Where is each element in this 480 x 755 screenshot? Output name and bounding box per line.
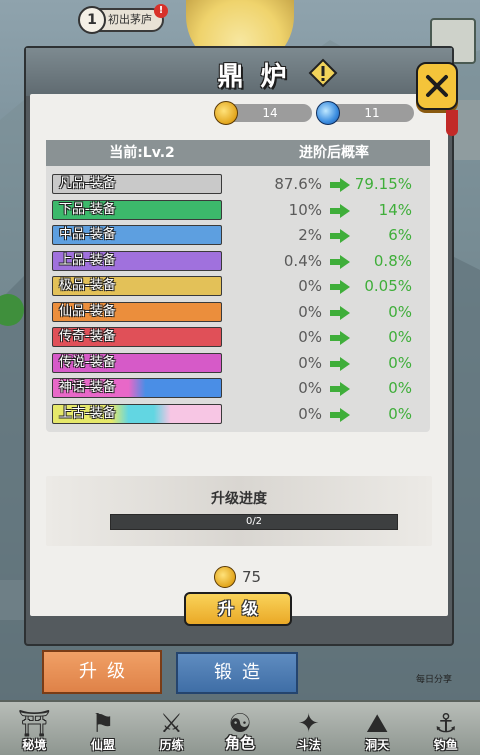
probability-row: 上古-装备 0% 0%: [52, 403, 424, 424]
grade-label: 中品-装备: [52, 225, 222, 245]
rank-title: 初出茅庐: [108, 13, 152, 26]
progress-text: 0/2: [245, 516, 263, 527]
current-probability: 0%: [298, 277, 322, 295]
nav-secret-realm[interactable]: ⛩ 秘境: [0, 702, 69, 755]
current-probability: 0%: [298, 353, 322, 372]
current-probability: 0%: [298, 328, 322, 346]
nav-fishing[interactable]: ⚓ 钓鱼: [411, 702, 480, 755]
probability-row: 传奇-装备 0% 0%: [52, 327, 424, 347]
next-probability: 0%: [388, 404, 412, 423]
close-button[interactable]: [416, 62, 458, 110]
current-level-header: 当前:Lv.2: [46, 140, 238, 166]
grade-label: 传说-装备: [52, 352, 222, 373]
current-probability: 87.6%: [274, 175, 322, 193]
grade-label: 凡品-装备: [52, 174, 222, 194]
probability-row: 下品-装备 10% 14%: [52, 199, 424, 220]
next-probability: 0%: [388, 353, 412, 372]
bottom-navigation: ⛩ 秘境 ⚑ 仙盟 ⚔ 历练 ☯ 角色 ✦ 斗法 ⛰ 洞天 ⚓ 钓鱼: [0, 700, 480, 755]
cost-value: 75: [242, 568, 262, 586]
nav-label: 洞天: [365, 738, 390, 752]
grade-label: 上古-装备: [52, 403, 222, 424]
nav-training[interactable]: ⚔ 历练: [137, 702, 206, 755]
grade-label: 传奇-装备: [52, 327, 222, 347]
ribbon-decoration: [446, 110, 458, 136]
grade-label: 下品-装备: [52, 199, 222, 220]
probability-row: 神话-装备 0% 0%: [52, 378, 424, 398]
gold-coin-icon: [214, 101, 238, 125]
notification-dot: !: [154, 4, 168, 18]
next-probability: 14%: [378, 200, 412, 219]
nav-cave[interactable]: ⛰ 洞天: [343, 702, 412, 755]
tab-forge[interactable]: 锻造: [176, 652, 298, 694]
progress-bar: 0/2: [110, 514, 398, 530]
nav-label: 历练: [159, 738, 184, 752]
nav-label: 斗法: [296, 738, 321, 752]
gold-coin-icon: [214, 566, 236, 588]
probability-row: 传说-装备 0% 0%: [52, 352, 424, 373]
current-probability: 0.4%: [283, 251, 322, 270]
next-probability: 0%: [388, 328, 412, 346]
nav-label: 秘境: [22, 738, 47, 752]
current-probability: 0%: [298, 404, 322, 423]
probability-row: 中品-装备 2% 6%: [52, 225, 424, 245]
current-probability: 2%: [298, 226, 322, 244]
rank-level: 1: [78, 6, 106, 34]
next-probability: 0.05%: [364, 277, 412, 295]
upgrade-progress-card: 升级进度 0/2: [46, 476, 432, 546]
next-probability-header: 进阶后概率: [238, 140, 430, 166]
probability-row: 仙品-装备 0% 0%: [52, 301, 424, 322]
nav-label: 仙盟: [90, 738, 115, 752]
warning-info-icon[interactable]: [308, 58, 338, 88]
probability-row: 极品-装备 0% 0.05%: [52, 276, 424, 296]
upgrade-button[interactable]: 升级: [184, 592, 292, 626]
grade-label: 上品-装备: [52, 250, 222, 271]
tab-upgrade[interactable]: 升级: [42, 650, 162, 694]
nav-character[interactable]: ☯ 角色: [206, 702, 275, 755]
close-icon: [426, 75, 448, 97]
player-rank-badge[interactable]: 1 初出茅庐 !: [78, 4, 168, 34]
next-probability: 0%: [388, 302, 412, 321]
current-probability: 0%: [298, 379, 322, 397]
current-probability: 10%: [288, 200, 322, 219]
upgrade-cost: 75: [214, 566, 261, 588]
grade-label: 仙品-装备: [52, 301, 222, 322]
daily-share-link[interactable]: 每日分享: [416, 672, 452, 685]
progress-label: 升级进度: [211, 491, 267, 507]
next-probability: 0.8%: [373, 251, 412, 270]
next-probability: 6%: [388, 226, 412, 244]
nav-label: 钓鱼: [433, 738, 458, 752]
next-probability: 0%: [388, 379, 412, 397]
next-probability: 79.15%: [354, 175, 412, 193]
nav-duel[interactable]: ✦ 斗法: [274, 702, 343, 755]
probability-row: 凡品-装备 87.6% 79.15%: [52, 174, 424, 194]
grade-label: 极品-装备: [52, 276, 222, 296]
current-probability: 0%: [298, 302, 322, 321]
nav-alliance[interactable]: ⚑ 仙盟: [69, 702, 138, 755]
nav-label: 角色: [225, 734, 256, 752]
probability-row: 上品-装备 0.4% 0.8%: [52, 250, 424, 271]
panel-title: 鼎 炉: [217, 62, 291, 92]
grade-label: 神话-装备: [52, 378, 222, 398]
blue-gem-icon: [316, 101, 340, 125]
